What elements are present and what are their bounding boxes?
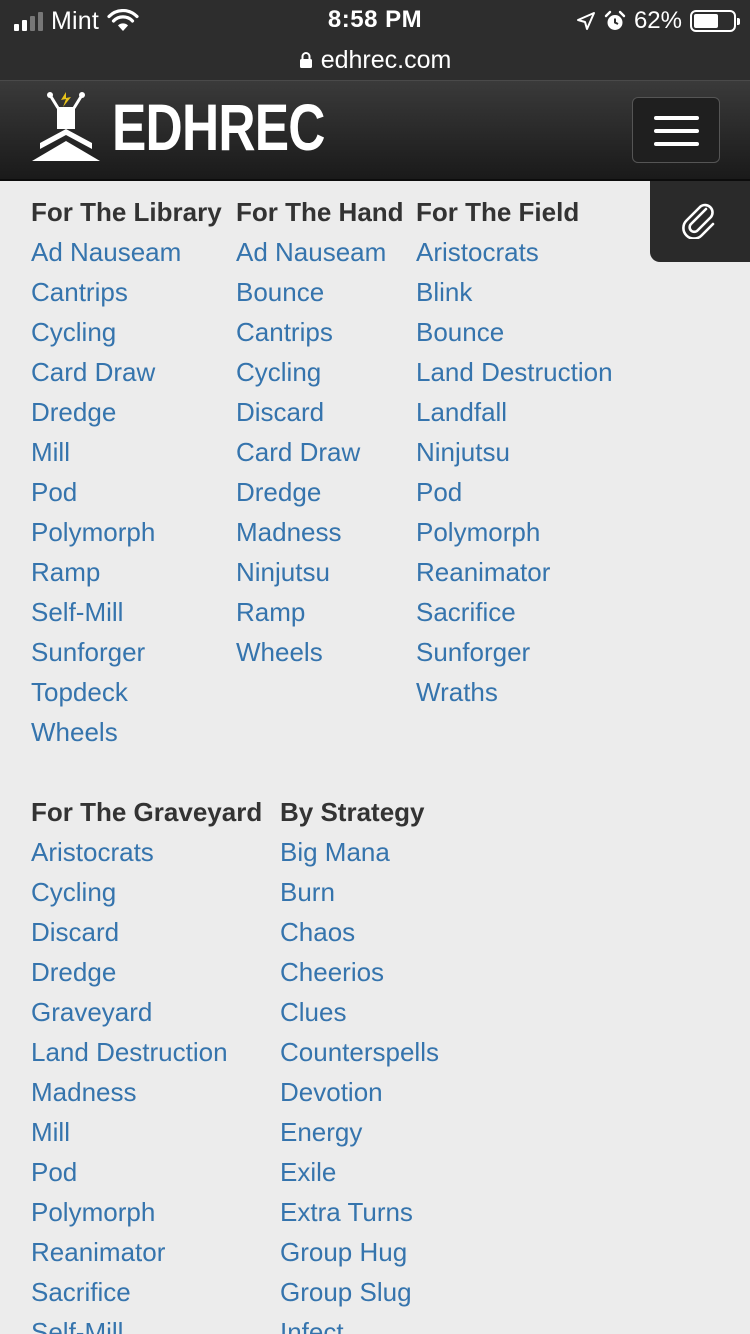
theme-link[interactable]: Bounce (236, 272, 404, 312)
column-for-the-field: For The Field Aristocrats Blink Bounce Land… (416, 192, 613, 712)
theme-link[interactable]: Ninjutsu (236, 552, 404, 592)
column-for-the-graveyard: For The Graveyard Aristocrats Cycling Disc… (31, 792, 262, 1334)
column-by-strategy: By Strategy Big Mana Burn Chaos Cheerios Clu… (280, 792, 439, 1334)
theme-link[interactable]: Ad Nauseam (31, 232, 222, 272)
theme-section-2: For The Graveyard Aristocrats Cycling Disc… (0, 792, 750, 1334)
column-title: For The Field (416, 197, 580, 227)
column-title: By Strategy (280, 797, 425, 827)
theme-link[interactable]: Madness (31, 1072, 262, 1112)
link-list: Ad Nauseam Bounce Cantrips Cycling Discard Ca… (236, 232, 404, 672)
column-for-the-hand: For The Hand Ad Nauseam Bounce Cantrips Cyc… (236, 192, 404, 672)
column-title: For The Hand (236, 197, 404, 227)
battery-icon (690, 10, 740, 32)
theme-link[interactable]: Polymorph (31, 512, 222, 552)
location-icon (576, 12, 595, 30)
theme-link[interactable]: Dredge (31, 952, 262, 992)
theme-link[interactable]: Dredge (31, 392, 222, 432)
theme-link[interactable]: Burn (280, 872, 439, 912)
theme-link[interactable]: Mill (31, 1112, 262, 1152)
theme-link[interactable]: Ninjutsu (416, 432, 613, 472)
column-title: For The Graveyard (31, 797, 263, 827)
theme-link[interactable]: Infect (280, 1312, 439, 1334)
theme-link[interactable]: Extra Turns (280, 1192, 439, 1232)
column-title: For The Library (31, 197, 222, 227)
theme-link[interactable]: Ramp (31, 552, 222, 592)
theme-link[interactable]: Ramp (236, 592, 404, 632)
theme-link[interactable]: Graveyard (31, 992, 262, 1032)
link-list: Ad Nauseam Cantrips Cycling Card Draw Dredge… (31, 232, 222, 752)
theme-link[interactable]: Sacrifice (31, 1272, 262, 1312)
lock-icon (299, 52, 312, 68)
theme-link[interactable]: Land Destruction (31, 1032, 262, 1072)
theme-link[interactable]: Big Mana (280, 832, 439, 872)
theme-link[interactable]: Pod (31, 472, 222, 512)
theme-link[interactable]: Devotion (280, 1072, 439, 1112)
hamburger-menu-button[interactable] (632, 97, 720, 163)
theme-link[interactable]: Madness (236, 512, 404, 552)
url-text: edhrec.com (320, 45, 452, 74)
column-for-the-library: For The Library Ad Nauseam Cantrips Cyclin… (31, 192, 222, 752)
theme-link[interactable]: Blink (416, 272, 613, 312)
logo-tower-icon (32, 92, 100, 161)
theme-link[interactable]: Cheerios (280, 952, 439, 992)
link-list: Big Mana Burn Chaos Cheerios Clues Counterspe… (280, 832, 439, 1334)
theme-link[interactable]: Sacrifice (416, 592, 613, 632)
paperclip-icon (682, 203, 715, 239)
theme-link[interactable]: Land Destruction (416, 352, 613, 392)
edhrec-logo[interactable]: EDHREC (30, 91, 385, 163)
theme-link[interactable]: Ad Nauseam (236, 232, 404, 272)
theme-link[interactable]: Sunforger (416, 632, 613, 672)
theme-link[interactable]: Cycling (236, 352, 404, 392)
theme-link[interactable]: Discard (236, 392, 404, 432)
theme-link[interactable]: Aristocrats (31, 832, 262, 872)
theme-link[interactable]: Wheels (31, 712, 222, 752)
theme-link[interactable]: Cantrips (31, 272, 222, 312)
theme-link[interactable]: Sunforger (31, 632, 222, 672)
theme-link[interactable]: Counterspells (280, 1032, 439, 1072)
theme-link[interactable]: Clues (280, 992, 439, 1032)
theme-link[interactable]: Topdeck (31, 672, 222, 712)
battery-percent: 62% (633, 7, 682, 34)
theme-link[interactable]: Self-Mill (31, 1312, 262, 1334)
link-list: Aristocrats Blink Bounce Land Destruction La… (416, 232, 613, 712)
theme-link[interactable]: Group Slug (280, 1272, 439, 1312)
theme-link[interactable]: Dredge (236, 472, 404, 512)
theme-link[interactable]: Reanimator (416, 552, 613, 592)
theme-link[interactable]: Cycling (31, 872, 262, 912)
url-bar[interactable]: edhrec.com (0, 40, 750, 80)
theme-link[interactable]: Mill (31, 432, 222, 472)
theme-link[interactable]: Discard (31, 912, 262, 952)
theme-link[interactable]: Card Draw (31, 352, 222, 392)
theme-link[interactable]: Self-Mill (31, 592, 222, 632)
status-bar: Mint 8:58 PM 62% (0, 0, 750, 40)
theme-link[interactable]: Group Hug (280, 1232, 439, 1272)
theme-link[interactable]: Aristocrats (416, 232, 613, 272)
theme-link[interactable]: Polymorph (31, 1192, 262, 1232)
theme-link[interactable]: Exile (280, 1152, 439, 1192)
site-header: EDHREC (0, 80, 750, 181)
theme-link[interactable]: Card Draw (236, 432, 404, 472)
paperclip-tab[interactable] (650, 181, 750, 262)
theme-link[interactable]: Pod (416, 472, 613, 512)
theme-link[interactable]: Reanimator (31, 1232, 262, 1272)
theme-link[interactable]: Polymorph (416, 512, 613, 552)
theme-link[interactable]: Cycling (31, 312, 222, 352)
alarm-icon (604, 10, 626, 30)
theme-link[interactable]: Chaos (280, 912, 439, 952)
theme-link[interactable]: Wheels (236, 632, 404, 672)
theme-link[interactable]: Energy (280, 1112, 439, 1152)
theme-section-1: For The Library Ad Nauseam Cantrips Cyclin… (0, 192, 650, 752)
link-list: Aristocrats Cycling Discard Dredge Graveyard… (31, 832, 262, 1334)
theme-link[interactable]: Wraths (416, 672, 613, 712)
theme-link[interactable]: Bounce (416, 312, 613, 352)
theme-link[interactable]: Cantrips (236, 312, 404, 352)
logo-text: EDHREC (112, 90, 325, 164)
theme-link[interactable]: Landfall (416, 392, 613, 432)
theme-link[interactable]: Pod (31, 1152, 262, 1192)
